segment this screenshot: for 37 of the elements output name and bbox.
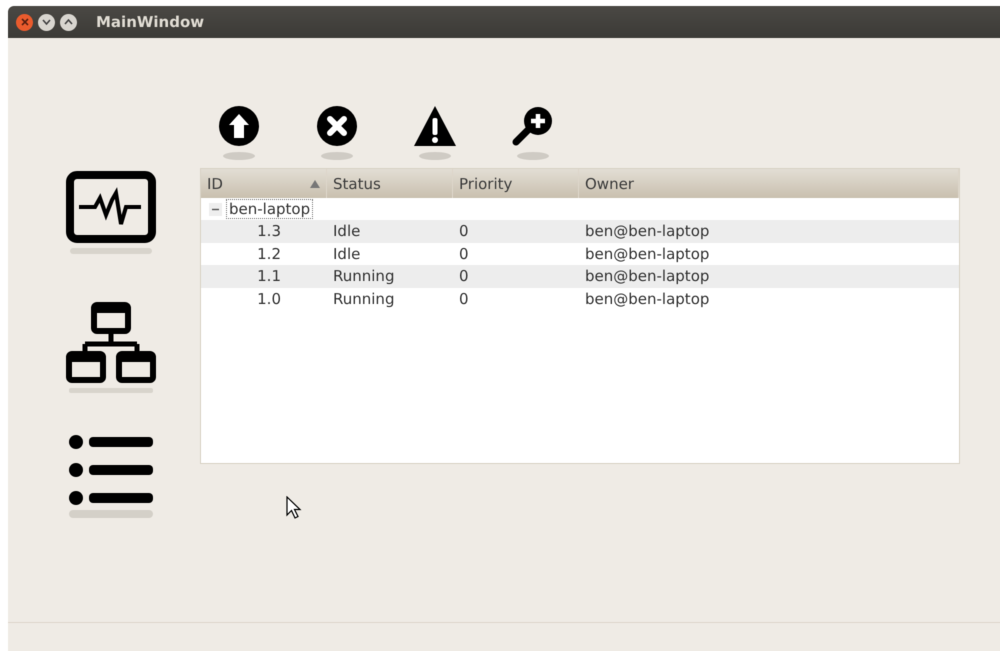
table-cell-text: 1.1 — [256, 267, 282, 286]
table-row[interactable]: 1.0 Running 0 ben@ben-laptop — [201, 288, 959, 310]
table-cell-text: ben@ben-laptop — [584, 222, 710, 240]
table-cell-text: 0 — [458, 290, 470, 308]
table-row[interactable]: 1.3 Idle 0 ben@ben-laptop — [201, 220, 959, 242]
column-header[interactable]: Priority — [453, 169, 579, 198]
mouse-pointer-icon — [286, 496, 302, 520]
column-header[interactable]: ID — [201, 169, 327, 198]
window-title: MainWindow — [96, 13, 204, 31]
warning-icon[interactable] — [412, 104, 458, 162]
table-cell-text: 1.0 — [256, 290, 282, 308]
table-row[interactable]: 1.1 Running 0 ben@ben-laptop — [201, 265, 959, 288]
table-cell-text: Running — [332, 267, 396, 286]
table-cell-text: ben@ben-laptop — [584, 290, 710, 308]
table-cell-text: ben@ben-laptop — [584, 267, 710, 286]
table-cell-text: Idle — [332, 222, 362, 240]
close-button[interactable] — [16, 14, 33, 30]
minimize-button[interactable] — [38, 14, 55, 30]
table-cell-text: ben@ben-laptop — [584, 244, 710, 263]
table-cell-text: 0 — [458, 267, 470, 286]
upload-icon[interactable] — [216, 104, 262, 162]
table-cell-text: 1.2 — [256, 244, 282, 263]
cancel-icon[interactable] — [314, 104, 360, 162]
table-cell-text: Running — [332, 290, 396, 308]
close-icon — [20, 18, 28, 26]
table-row[interactable]: 1.2 Idle 0 ben@ben-laptop — [201, 242, 959, 265]
chevron-down-icon — [42, 19, 51, 25]
table-cell-text: 0 — [458, 244, 470, 263]
table-cell-text: 0 — [458, 222, 470, 240]
maximize-button[interactable] — [60, 14, 77, 30]
chevron-up-icon — [64, 19, 73, 25]
table-cell-text: 1.3 — [256, 222, 282, 240]
column-header[interactable]: Status — [327, 169, 453, 198]
collapse-icon[interactable] — [209, 202, 222, 216]
column-header[interactable]: Owner — [579, 169, 959, 198]
table-cell-text: Idle — [332, 244, 362, 263]
tree-group-label[interactable]: ben-laptop — [226, 199, 314, 219]
